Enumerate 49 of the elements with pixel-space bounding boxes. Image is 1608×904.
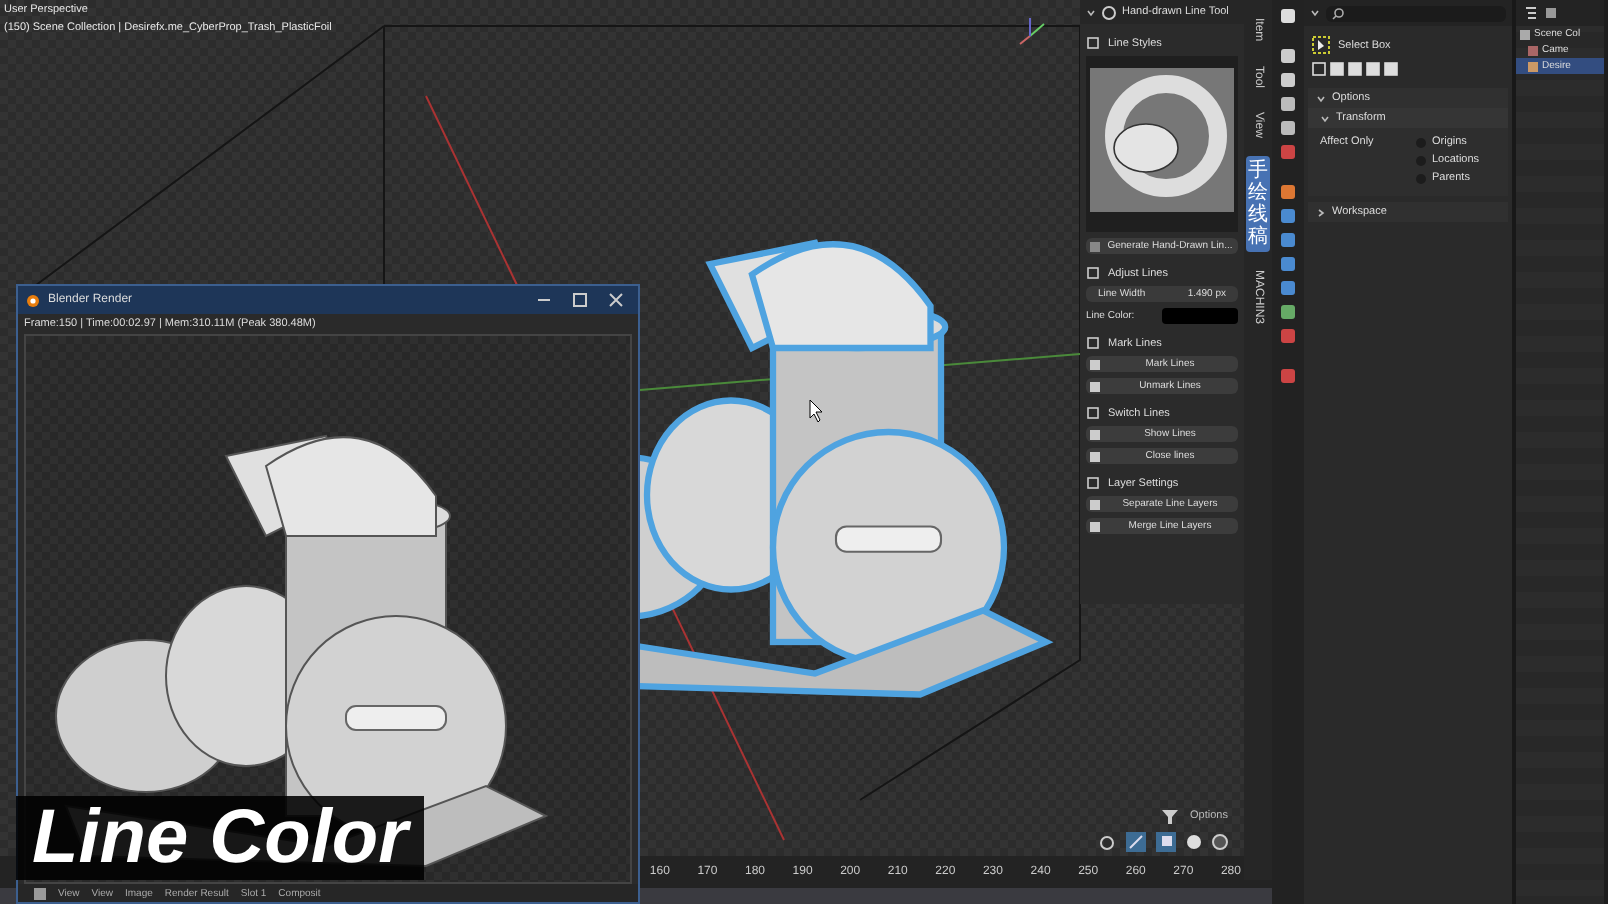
particles-icon[interactable] bbox=[1280, 232, 1296, 248]
button-icon bbox=[1090, 359, 1100, 369]
material-shading-icon[interactable] bbox=[1212, 834, 1228, 850]
wrench-icon[interactable] bbox=[1280, 208, 1296, 224]
filter-icon[interactable] bbox=[1162, 809, 1179, 823]
scene-icon[interactable] bbox=[1280, 120, 1296, 136]
axis-gizmo-icon[interactable] bbox=[1019, 17, 1045, 45]
material-icon[interactable] bbox=[1280, 328, 1296, 344]
pattern-icon bbox=[1090, 241, 1100, 251]
overlay-icon[interactable] bbox=[1126, 832, 1146, 852]
editor-type-icon[interactable] bbox=[34, 887, 46, 899]
section-icon bbox=[1086, 476, 1100, 490]
collapsed-caret-icon[interactable] bbox=[1316, 207, 1326, 217]
view-layer-icon[interactable] bbox=[1280, 96, 1296, 112]
button-icon bbox=[1090, 429, 1100, 439]
search-field[interactable] bbox=[1326, 5, 1506, 21]
monkey-preview-drawing bbox=[1090, 68, 1234, 212]
display-mode-icon[interactable] bbox=[1524, 6, 1538, 20]
button-icon bbox=[1090, 499, 1100, 509]
world-icon[interactable] bbox=[1280, 144, 1296, 160]
solid-shading-icon[interactable] bbox=[1186, 834, 1202, 850]
output-icon[interactable] bbox=[1280, 72, 1296, 88]
xray-icon[interactable] bbox=[1156, 832, 1176, 852]
constraints-icon[interactable] bbox=[1280, 280, 1296, 296]
caret-icon[interactable] bbox=[1086, 7, 1096, 17]
render-icon[interactable] bbox=[1280, 48, 1296, 64]
cursor-arrow-icon bbox=[809, 399, 823, 423]
gizmo-toggle-icon[interactable] bbox=[1098, 833, 1116, 851]
button-icon bbox=[1090, 521, 1100, 531]
caption: Line Color bbox=[16, 796, 424, 880]
data-icon[interactable] bbox=[1280, 304, 1296, 320]
caret-icon[interactable] bbox=[1310, 8, 1320, 18]
section-icon bbox=[1086, 266, 1100, 280]
object-icon[interactable] bbox=[1280, 184, 1296, 200]
styles-icon bbox=[1086, 36, 1100, 50]
help-icon[interactable] bbox=[1102, 5, 1116, 19]
color-swatch[interactable] bbox=[1162, 308, 1238, 324]
sidebar-tab[interactable]: 手绘线稿 bbox=[1246, 155, 1270, 252]
button-icon bbox=[1090, 451, 1100, 461]
button-icon bbox=[1090, 381, 1100, 391]
physics-icon[interactable] bbox=[1280, 256, 1296, 272]
select-box-icon[interactable] bbox=[1312, 36, 1330, 54]
blender-logo-icon bbox=[26, 293, 40, 307]
tool-icon[interactable] bbox=[1280, 8, 1296, 24]
filter-icon[interactable] bbox=[1544, 6, 1558, 20]
section-icon bbox=[1086, 406, 1100, 420]
section-icon bbox=[1086, 336, 1100, 350]
texture-icon[interactable] bbox=[1280, 368, 1296, 384]
search-icon bbox=[1332, 7, 1344, 19]
